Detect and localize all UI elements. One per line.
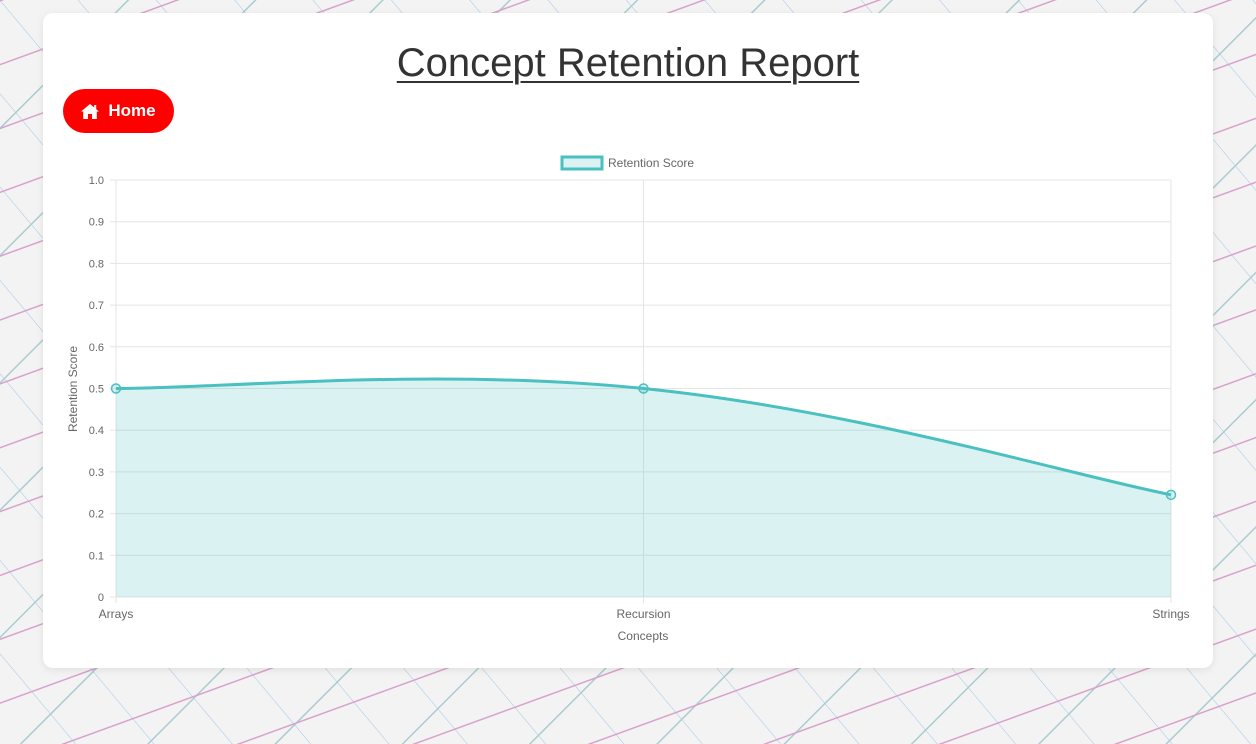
legend[interactable]: Retention Score	[560, 155, 694, 171]
x-tick-label: Strings	[1152, 607, 1189, 621]
legend-label: Retention Score	[608, 156, 694, 170]
y-tick-label: 0.5	[89, 384, 104, 396]
y-tick-label: 1.0	[89, 175, 104, 187]
series-area-fill	[116, 379, 1171, 597]
legend-swatch	[560, 155, 604, 171]
y-tick-label: 0.6	[89, 342, 104, 354]
y-tick-label: 0.4	[89, 425, 104, 437]
data-point[interactable]	[110, 383, 122, 394]
series-area	[110, 377, 1177, 597]
y-tick-label: 0.9	[89, 217, 104, 229]
retention-chart: 0 0.1 0.2 0.3 0.4 0.5 0.6 0.7 0.8 0.9 1.0 Arrays Rec…	[66, 155, 1190, 643]
y-tick-label: 0.8	[89, 258, 104, 270]
y-tick-label: 0.2	[89, 509, 104, 521]
y-tick-label: 0.7	[89, 300, 104, 312]
y-tick-label: 0	[98, 592, 104, 604]
data-point[interactable]	[638, 383, 649, 394]
data-point[interactable]	[1165, 489, 1177, 501]
y-axis-title: Retention Score	[66, 346, 80, 432]
x-tick-label: Arrays	[99, 607, 134, 621]
y-tick-label: 0.3	[89, 467, 104, 479]
y-tick-label: 0.1	[89, 550, 104, 562]
x-tick-label: Recursion	[616, 607, 670, 621]
x-axis-title: Concepts	[618, 629, 669, 643]
